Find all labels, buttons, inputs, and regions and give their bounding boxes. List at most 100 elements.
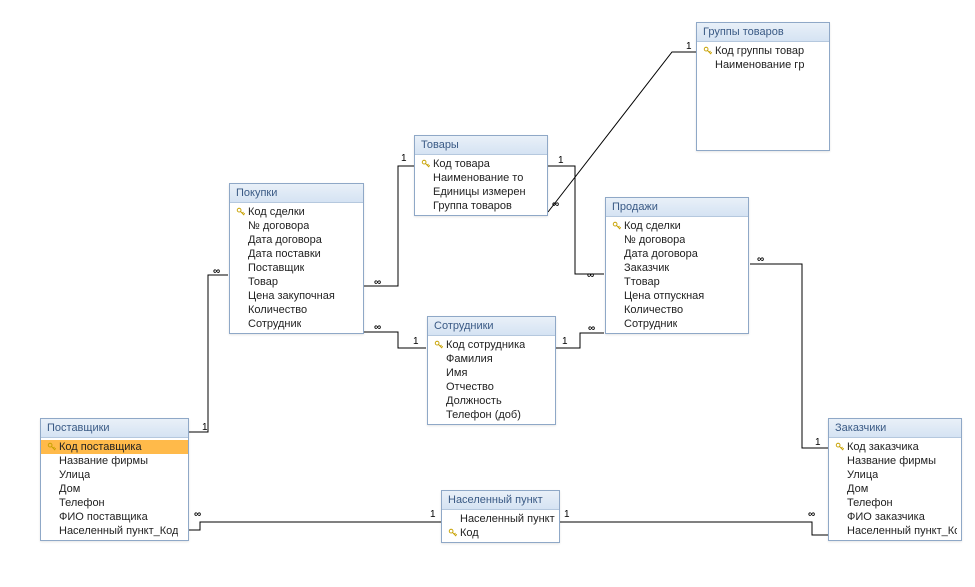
field-row[interactable]: ФИО поставщика [41,510,188,524]
table-title[interactable]: Покупки [230,184,363,203]
field-label: Дом [847,483,868,495]
field-row[interactable]: Количество [606,303,748,317]
field-row[interactable]: Дата договора [606,247,748,261]
field-label: Сотрудник [624,318,677,330]
field-label: ФИО заказчика [847,511,925,523]
table-title[interactable]: Группы товаров [697,23,829,42]
field-label: Код сделки [248,206,305,218]
field-row[interactable]: Код сделки [230,205,363,219]
key-icon [419,159,433,169]
table-title[interactable]: Товары [415,136,547,155]
field-label: Название фирмы [847,455,936,467]
field-row[interactable]: Цена отпускная [606,289,748,303]
table-fields: Код группы товар Наименование гр [697,42,829,74]
field-row[interactable]: Отчество [428,380,555,394]
field-row[interactable]: Улица [41,468,188,482]
table-gruppy[interactable]: Группы товаров Код группы товар Наименова… [696,22,830,151]
field-row[interactable]: Цена закупочная [230,289,363,303]
field-row[interactable]: № договора [230,219,363,233]
field-row[interactable]: Телефон (доб) [428,408,555,422]
field-row[interactable]: ФИО заказчика [829,510,961,524]
field-label: Имя [446,367,467,379]
table-fields: Населенный пункт Код [442,510,559,542]
field-row[interactable]: Код товара [415,157,547,171]
field-label: Телефон [59,497,105,509]
field-label: Код [460,527,479,539]
field-row[interactable]: Населенный пункт_Код [829,524,961,538]
field-row[interactable]: Дата договора [230,233,363,247]
field-row[interactable]: Телефон [41,496,188,510]
card-tovary-many-gruppy: ∞ [552,200,558,210]
field-label: Дата договора [624,248,698,260]
field-row[interactable]: № договора [606,233,748,247]
field-label: Населенный пункт [460,513,555,525]
field-row[interactable]: Населенный пункт_Код [41,524,188,538]
field-label: Населенный пункт_Код [59,525,178,537]
card-tovary-one-left: 1 [401,154,407,164]
field-row[interactable]: Имя [428,366,555,380]
table-title[interactable]: Населенный пункт [442,491,559,510]
field-row[interactable]: Поставщик [230,261,363,275]
field-row[interactable]: Фамилия [428,352,555,366]
table-title[interactable]: Поставщики [41,419,188,438]
field-row[interactable]: Сотрудник [606,317,748,331]
field-label: Телефон [847,497,893,509]
field-row[interactable]: Заказчик [606,261,748,275]
field-label: Название фирмы [59,455,148,467]
field-label: Код группы товар [715,45,804,57]
field-label: Улица [847,469,878,481]
field-label: Количество [248,304,307,316]
field-row[interactable]: Код [442,526,559,540]
key-icon [701,46,715,56]
field-row[interactable]: Наименование гр [697,58,829,72]
field-row[interactable]: Ттовар [606,275,748,289]
field-label: Цена закупочная [248,290,335,302]
card-sotrudniki-one-left: 1 [413,337,419,347]
field-row[interactable]: Дом [829,482,961,496]
field-label: Цена отпускная [624,290,704,302]
field-row[interactable]: Название фирмы [829,454,961,468]
field-row[interactable]: Группа товаров [415,199,547,213]
field-row[interactable]: Код сделки [606,219,748,233]
field-row[interactable]: Количество [230,303,363,317]
field-row[interactable]: Должность [428,394,555,408]
field-label: Наименование гр [715,59,804,71]
field-label: Товар [248,276,278,288]
table-punkt[interactable]: Населенный пункт Населенный пункт Код [441,490,560,543]
table-fields: Код поставщикаНазвание фирмыУлицаДомТеле… [41,438,188,540]
table-sotrudniki[interactable]: Сотрудники Код сотрудникаФамилияИмя Отчес… [427,316,556,425]
field-row[interactable]: Дом [41,482,188,496]
table-postavshchiki[interactable]: Поставщики Код поставщикаНазвание фирмыУ… [40,418,189,541]
table-fields: Код заказчикаНазвание фирмы Улица Дом Телеф… [829,438,961,540]
field-label: Заказчик [624,262,669,274]
field-label: Поставщик [248,262,304,274]
field-row[interactable]: Код заказчика [829,440,961,454]
field-row[interactable]: Наименование то [415,171,547,185]
field-row[interactable]: Код сотрудника [428,338,555,352]
field-label: Отчество [446,381,494,393]
table-title[interactable]: Сотрудники [428,317,555,336]
field-row[interactable]: Улица [829,468,961,482]
table-pokupki[interactable]: Покупки Код сделки№ договораДата договор… [229,183,364,334]
field-row[interactable]: Единицы измерен [415,185,547,199]
field-label: Телефон (доб) [446,409,521,421]
field-row[interactable]: Код поставщика [41,440,188,454]
field-row[interactable]: Дата поставки [230,247,363,261]
field-row[interactable]: Населенный пункт [442,512,559,526]
key-icon [432,340,446,350]
field-row[interactable]: Товар [230,275,363,289]
field-label: Населенный пункт_Код [847,525,957,537]
key-icon [234,207,248,217]
card-punkt-one-right: 1 [564,510,570,520]
field-row[interactable]: Название фирмы [41,454,188,468]
table-fields: Код сделки№ договораДата договора Заказчи… [606,217,748,333]
field-row[interactable]: Телефон [829,496,961,510]
field-row[interactable]: Сотрудник [230,317,363,331]
table-title[interactable]: Заказчики [829,419,961,438]
field-row[interactable]: Код группы товар [697,44,829,58]
table-tovary[interactable]: Товары Код товараНаименование тоЕдиницы … [414,135,548,216]
table-title[interactable]: Продажи [606,198,748,217]
table-prodazhi[interactable]: Продажи Код сделки№ договораДата договор… [605,197,749,334]
table-zakazchiki[interactable]: Заказчики Код заказчикаНазвание фирмы Ули… [828,418,962,541]
card-pokupki-many-sotr: ∞ [374,323,380,333]
